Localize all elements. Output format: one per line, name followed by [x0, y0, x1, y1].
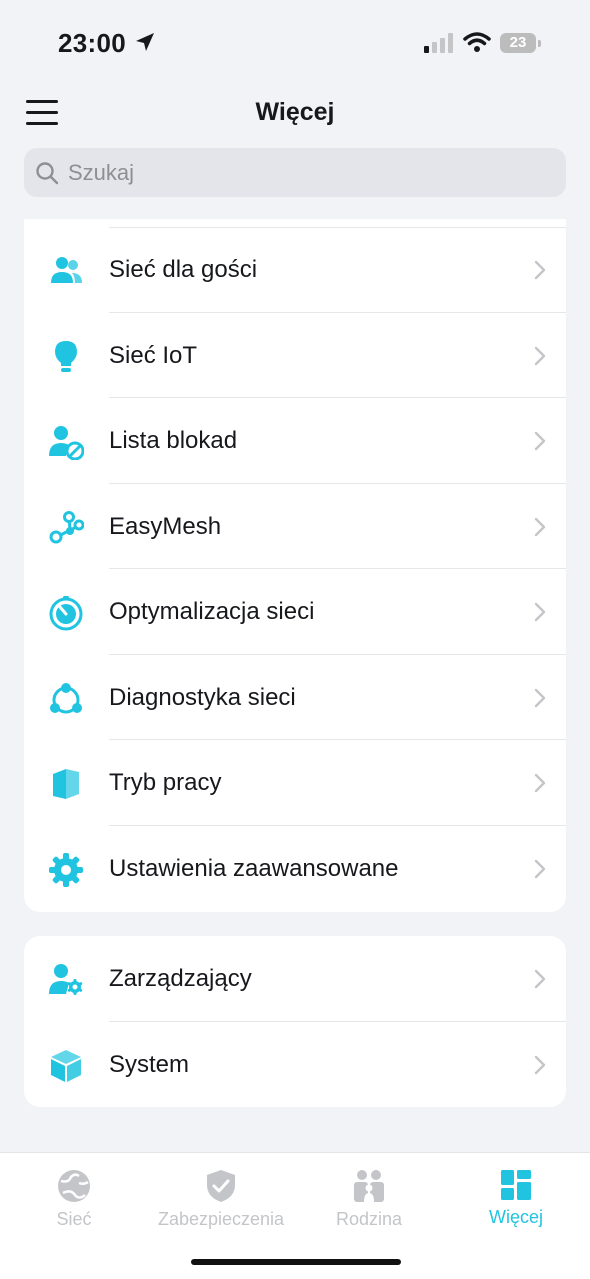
tab-label: Zabezpieczenia: [157, 1209, 285, 1229]
menu-item-network-optimization[interactable]: Optymalizacja sieci: [24, 569, 566, 655]
menu-item-label: Ustawienia zaawansowane: [109, 854, 399, 882]
tab-more[interactable]: Więcej: [478, 1169, 554, 1228]
nav-header: Więcej: [0, 88, 590, 144]
menu-item-label: Sieć dla gości: [109, 256, 258, 283]
chevron-right-icon: [534, 260, 546, 280]
tab-network[interactable]: Sieć: [34, 1169, 114, 1230]
menu-item-iot-network[interactable]: Sieć IoT: [24, 313, 566, 398]
menu-item-advanced-settings[interactable]: Ustawienia zaawansowane: [24, 826, 566, 912]
menu-item-network-diagnostics[interactable]: Diagnostyka sieci: [24, 655, 566, 740]
mesh-nodes-icon: [49, 510, 84, 543]
user-blocked-icon: [49, 426, 84, 460]
menu-item-easymesh[interactable]: EasyMesh: [24, 484, 566, 569]
search-input[interactable]: [68, 148, 548, 197]
optimize-speed-icon: [49, 596, 83, 631]
tab-label: Rodzina: [335, 1209, 403, 1229]
page-title: Więcej: [255, 98, 335, 126]
battery-cap: [538, 40, 541, 47]
menu-card-system: Zarządzający System: [24, 936, 566, 1107]
chevron-right-icon: [534, 431, 546, 451]
tab-label: Więcej: [488, 1207, 543, 1227]
chevron-right-icon: [534, 969, 546, 989]
family-icon: [354, 1170, 384, 1202]
menu-item-label: EasyMesh: [109, 512, 222, 540]
wifi-icon: [463, 32, 491, 52]
chevron-right-icon: [534, 346, 546, 365]
chevron-right-icon: [534, 859, 546, 878]
battery-level: 23: [509, 34, 527, 51]
menu-item-label: Lista blokad: [109, 427, 238, 454]
search-bar[interactable]: [24, 148, 566, 197]
menu-item-label: Tryb pracy: [109, 769, 222, 796]
cellular-signal-icon: [424, 33, 453, 53]
tab-family[interactable]: Rodzina: [328, 1169, 410, 1230]
status-bar: 23:00 23: [0, 0, 590, 88]
menu-item-label: Sieć IoT: [109, 341, 198, 369]
chevron-right-icon: [534, 773, 546, 793]
menu-item-label: Optymalizacja sieci: [109, 598, 315, 625]
operation-mode-icon: [53, 769, 79, 799]
tab-label: Sieć: [56, 1209, 92, 1229]
home-indicator: [191, 1259, 401, 1265]
chevron-right-icon: [534, 517, 546, 536]
menu-item-operation-mode[interactable]: Tryb pracy: [24, 740, 566, 826]
search-icon: [36, 162, 59, 185]
user-admin-icon: [49, 964, 83, 995]
gear-icon: [49, 852, 83, 887]
lightbulb-icon: [55, 340, 77, 372]
menu-item-block-list[interactable]: Lista blokad: [24, 398, 566, 484]
battery-icon: 23: [500, 33, 536, 53]
chevron-right-icon: [534, 688, 546, 707]
chevron-right-icon: [534, 602, 546, 622]
tab-security[interactable]: Zabezpieczenia: [150, 1169, 292, 1230]
menu-card-network: Sieć dla gości Sieć IoT Lista blokad Eas…: [24, 219, 566, 912]
diagnostics-icon: [50, 682, 82, 713]
menu-item-label: Diagnostyka sieci: [109, 683, 296, 711]
globe-icon: [58, 1170, 90, 1202]
guest-users-icon: [51, 257, 82, 283]
status-time: 23:00: [58, 28, 126, 58]
menu-item-label: System: [109, 1050, 190, 1078]
menu-item-system[interactable]: System: [24, 1022, 566, 1108]
box-icon: [51, 1049, 81, 1082]
menu-item-administrator[interactable]: Zarządzający: [24, 936, 566, 1022]
grid-icon: [501, 1170, 531, 1200]
shield-check-icon: [207, 1170, 235, 1202]
menu-item-label: Zarządzający: [109, 965, 252, 992]
menu-item-guest-network[interactable]: Sieć dla gości: [24, 227, 566, 313]
chevron-right-icon: [534, 1055, 546, 1074]
location-arrow-icon: [136, 33, 154, 51]
